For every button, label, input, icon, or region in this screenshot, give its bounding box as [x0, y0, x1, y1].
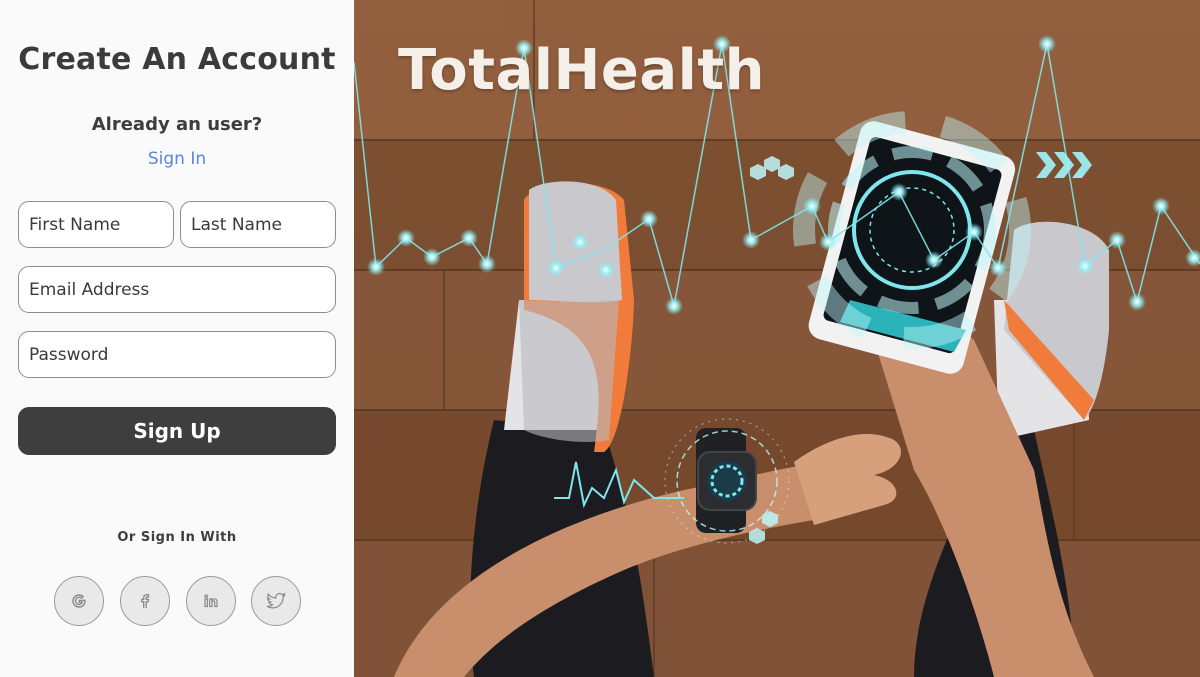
sign-up-button[interactable]: Sign Up — [18, 407, 336, 455]
linkedin-icon — [204, 594, 218, 608]
email-field[interactable] — [18, 266, 336, 313]
brand-logo-text: TotalHealth — [398, 38, 765, 103]
google-icon — [72, 594, 86, 608]
page-title: Create An Account — [18, 42, 336, 77]
already-user-text: Already an user? — [91, 114, 263, 135]
linkedin-sign-in-button[interactable] — [186, 576, 236, 626]
signup-panel: Create An Account Already an user? Sign … — [0, 0, 354, 677]
left-shoe — [519, 181, 634, 452]
twitter-sign-in-button[interactable] — [251, 576, 301, 626]
or-sign-in-with-label: Or Sign In With — [117, 530, 237, 545]
twitter-icon — [266, 592, 286, 609]
google-sign-in-button[interactable] — [54, 576, 104, 626]
sign-in-link[interactable]: Sign In — [0, 149, 354, 169]
password-field[interactable] — [18, 331, 336, 378]
hero-image: TotalHealth — [354, 0, 1200, 677]
last-name-field[interactable] — [180, 201, 336, 248]
facebook-sign-in-button[interactable] — [120, 576, 170, 626]
first-name-field[interactable] — [18, 201, 174, 248]
facebook-icon — [141, 593, 150, 608]
